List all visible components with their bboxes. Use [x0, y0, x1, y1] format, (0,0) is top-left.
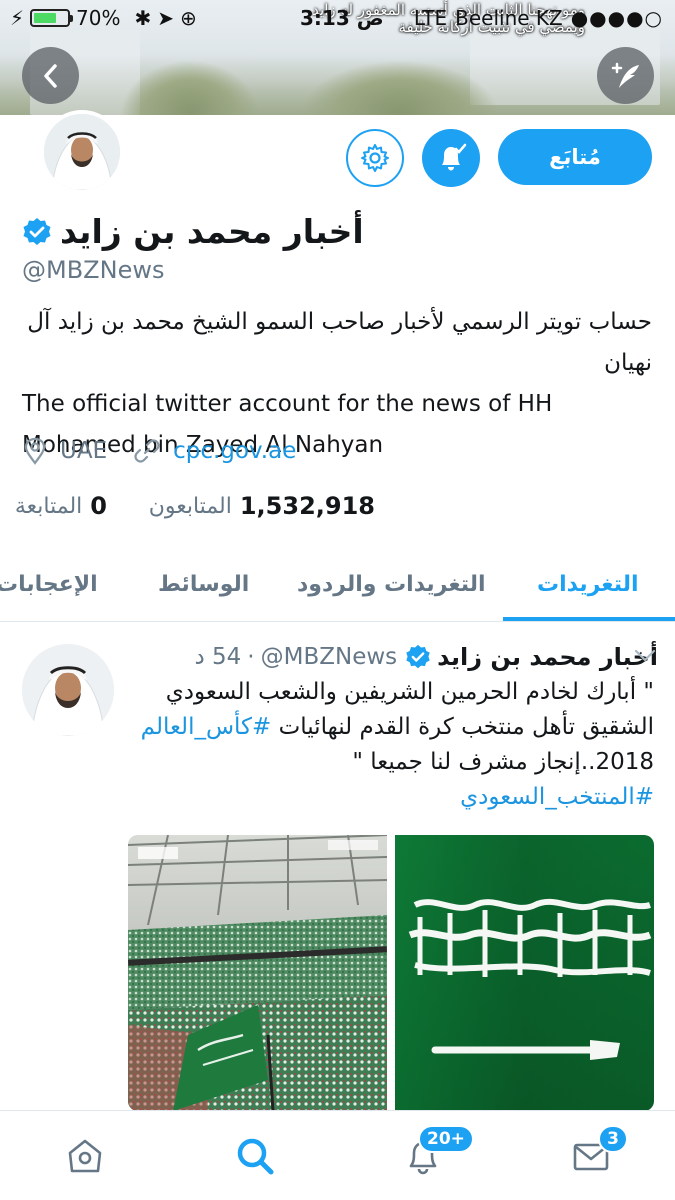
- tweet-text-part: 2018..إنجاز مشرف لنا جميعا ": [352, 749, 654, 775]
- notifications-toggle-button[interactable]: [422, 129, 480, 187]
- bio-arabic: حساب تويتر الرسمي لأخبار صاحب السمو الشي…: [27, 309, 652, 376]
- status-bar: ⚡ 70% ✱ ➤ ⊕ ومو نهجنا الثابت الذي أسسه ا…: [0, 0, 675, 38]
- verified-badge-icon: [23, 217, 51, 245]
- charging-icon: ⚡: [10, 6, 25, 30]
- battery-icon: [30, 9, 74, 27]
- saudi-flag-photo: [395, 835, 654, 1111]
- tweet-image-stadium[interactable]: [128, 835, 387, 1111]
- profile-website[interactable]: cpc.gov.ae: [133, 437, 296, 465]
- profile-name-text: أخبار محمد بن زايد: [60, 212, 364, 251]
- compose-tweet-button[interactable]: [597, 47, 654, 104]
- home-icon: [68, 1139, 102, 1173]
- tweet-hashtag[interactable]: #المنتخب_السعودي: [460, 784, 654, 810]
- back-button[interactable]: [22, 47, 79, 104]
- profile-name: أخبار محمد بن زايد: [22, 212, 364, 251]
- tweet-author-handle: @MBZNews: [260, 644, 398, 670]
- status-time-value: 3:13: [300, 6, 350, 30]
- location-icon: ➤: [157, 6, 175, 30]
- following-count: 0: [90, 492, 107, 520]
- status-time-suffix: ص: [356, 6, 384, 30]
- profile-photo: [44, 114, 120, 190]
- banner-shade: [0, 55, 675, 115]
- status-left: ⚡ 70% ✱ ➤ ⊕: [10, 6, 197, 30]
- tab-media[interactable]: الوسائط: [158, 572, 249, 597]
- search-icon: [237, 1138, 274, 1175]
- profile-settings-button[interactable]: [346, 129, 404, 187]
- tweet-avatar-photo: [22, 644, 114, 736]
- location-pin-icon: [24, 437, 46, 465]
- network-type: LTE: [413, 6, 448, 30]
- following-stat[interactable]: 0 المتابعة: [15, 492, 107, 520]
- tweet-hashtag[interactable]: #كأس_العالم: [141, 714, 272, 740]
- profile-avatar[interactable]: [40, 110, 124, 194]
- tweet-media[interactable]: [128, 835, 654, 1111]
- chevron-down-icon[interactable]: [634, 649, 656, 663]
- profile-handle: @MBZNews: [22, 256, 165, 284]
- following-label: المتابعة: [14, 493, 83, 519]
- status-time: 3:13 ص: [300, 6, 384, 30]
- bell-check-icon: [442, 143, 467, 171]
- website-link[interactable]: cpc.gov.ae: [173, 438, 296, 464]
- tab-tweets[interactable]: التغريدات: [537, 572, 639, 597]
- verified-badge-icon: [406, 644, 430, 669]
- messages-badge: 3: [598, 1125, 628, 1153]
- nav-home[interactable]: [62, 1133, 108, 1179]
- tweet-separator: ·: [247, 644, 255, 670]
- tweet-author-name[interactable]: أخبار محمد بن زايد: [437, 643, 658, 671]
- tweet-avatar[interactable]: [22, 644, 114, 736]
- tab-likes[interactable]: الإعجابات: [0, 572, 98, 597]
- tweet-image-flag[interactable]: [395, 835, 654, 1111]
- followers-stat[interactable]: 1,532,918 المتابعون: [149, 492, 375, 520]
- followers-count: 1,532,918: [239, 492, 375, 520]
- nav-search[interactable]: [232, 1133, 278, 1179]
- bottom-navigation: 20+ 3: [0, 1110, 675, 1200]
- profile-meta: UAE cpc.gov.ae: [22, 437, 322, 465]
- profile-tabs: التغريدات التغريدات والردود الوسائط الإع…: [0, 560, 675, 622]
- profile-location: UAE: [22, 437, 107, 465]
- location-text: UAE: [60, 438, 108, 464]
- tab-tweets-replies[interactable]: التغريدات والردود: [297, 572, 486, 597]
- bluetooth-icon: ✱: [134, 6, 152, 30]
- carrier-name: Beeline KZ: [455, 6, 563, 30]
- tweet-header: أخبار محمد بن زايد @MBZNews · 54 د: [128, 640, 658, 674]
- tweet-text: " أبارك لخادم الحرمين الشريفين والشعب ال…: [128, 675, 654, 815]
- link-icon: [134, 439, 160, 463]
- following-button[interactable]: مُتابَع: [498, 129, 652, 185]
- feather-plus-icon: [611, 62, 639, 88]
- chevron-left-icon: [43, 63, 57, 88]
- battery-percent: 70%: [76, 6, 121, 30]
- status-carrier: LTE Beeline KZ ●●●●○: [414, 6, 663, 30]
- notifications-badge: 20+: [418, 1125, 474, 1153]
- profile-stats-following: 0 المتابعة: [15, 492, 107, 520]
- signal-icon: ●●●●○: [570, 6, 663, 30]
- battery-fill: [34, 13, 57, 23]
- followers-label: المتابعون: [148, 493, 232, 519]
- active-tab-indicator: [503, 617, 675, 621]
- rotation-lock-icon: ⊕: [180, 6, 197, 30]
- gear-icon: [361, 144, 389, 172]
- profile-stats: 1,532,918 المتابعون: [149, 492, 375, 520]
- stadium-photo: [128, 835, 387, 1111]
- tweet-timestamp: 54 د: [194, 644, 242, 670]
